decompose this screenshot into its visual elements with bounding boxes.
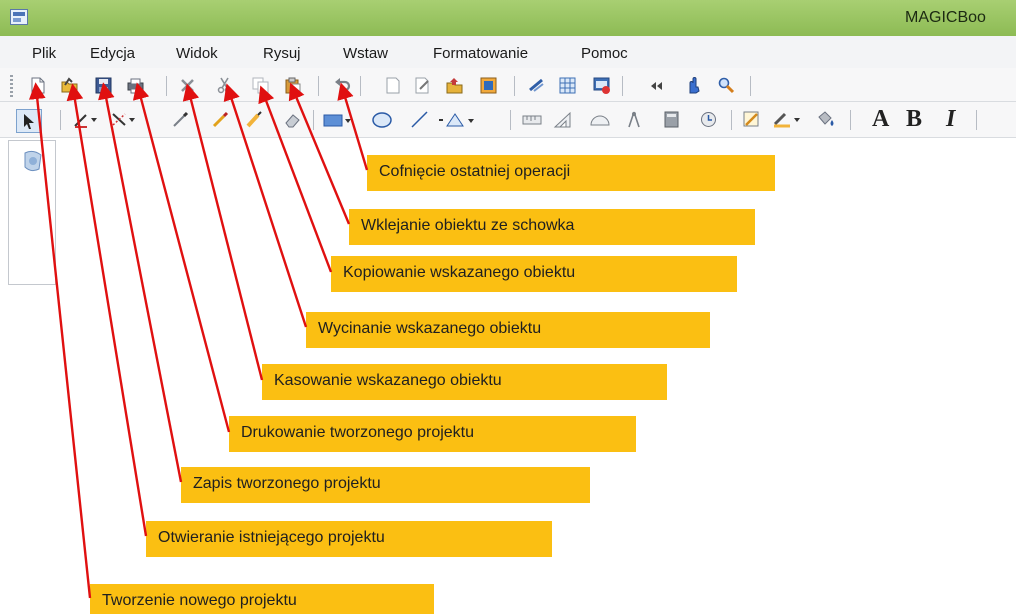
toolbar-separator — [510, 110, 511, 130]
paste-icon[interactable] — [284, 77, 301, 94]
undo-icon[interactable] — [334, 77, 351, 94]
toolbar-separator — [318, 76, 319, 96]
toolbar-separator — [750, 76, 751, 96]
edit-frame-icon[interactable] — [743, 111, 760, 128]
clock-icon[interactable] — [700, 111, 717, 128]
window-close-icon[interactable] — [593, 77, 610, 94]
open-folder-icon[interactable] — [61, 77, 78, 94]
callout-delete: Kasowanie wskazanego obiektu — [262, 364, 667, 400]
arrow-open — [66, 83, 148, 537]
triangle-icon[interactable] — [437, 111, 474, 128]
title-bar: MAGICBoo — [0, 0, 1016, 36]
highlighter-icon[interactable] — [212, 111, 229, 128]
protractor-icon[interactable] — [590, 111, 610, 128]
toolbar-separator — [313, 110, 314, 130]
menu-bar: Plik Edycja Widok Rysuj Wstaw Formatowan… — [0, 36, 1016, 68]
new-document-icon[interactable] — [29, 77, 46, 94]
zoom-icon[interactable] — [718, 77, 735, 94]
brush-icon[interactable] — [172, 111, 189, 128]
pen-color-icon[interactable] — [773, 111, 800, 128]
arrow-print — [132, 82, 231, 433]
page-panel — [8, 140, 56, 285]
toolbar-separator — [360, 76, 361, 96]
link-icon[interactable] — [528, 77, 545, 94]
ellipse-icon[interactable] — [372, 111, 392, 128]
callout-print: Drukowanie tworzonego projektu — [229, 416, 636, 452]
toolbar-separator — [166, 76, 167, 96]
toolbar-separator — [850, 110, 851, 130]
hand-pointer-icon[interactable] — [684, 77, 701, 94]
toolbar-separator — [731, 110, 732, 130]
open-project-icon[interactable] — [446, 77, 463, 94]
image-icon[interactable] — [480, 77, 497, 94]
blank-page-icon[interactable] — [384, 77, 401, 94]
italic-button[interactable]: I — [946, 106, 955, 133]
fill-color-icon[interactable] — [815, 111, 834, 128]
grid-icon[interactable] — [559, 77, 576, 94]
set-square-icon[interactable] — [553, 111, 571, 128]
menu-rysuj[interactable]: Rysuj — [263, 45, 301, 62]
eraser-line-icon[interactable] — [111, 111, 135, 128]
callout-cut: Wycinanie wskazanego obiektu — [306, 312, 710, 348]
menu-widok[interactable]: Widok — [176, 45, 218, 62]
copy-icon[interactable] — [252, 77, 269, 94]
print-icon[interactable] — [127, 77, 144, 94]
callout-undo: Cofnięcie ostatniej operacji — [367, 155, 775, 191]
compass-icon[interactable] — [626, 111, 643, 128]
callout-paste: Wklejanie obiektu ze schowka — [349, 209, 755, 245]
callout-save: Zapis tworzonego projektu — [181, 467, 590, 503]
callout-new: Tworzenie nowego projektu — [90, 584, 434, 614]
toolbar-separator — [514, 76, 515, 96]
toolbar-separator — [60, 110, 61, 130]
line-icon[interactable] — [411, 111, 428, 128]
menu-edycja[interactable]: Edycja — [90, 45, 135, 62]
drawing-toolbar: A B I — [0, 102, 1016, 138]
menu-formatowanie[interactable]: Formatowanie — [433, 45, 528, 62]
callout-open: Otwieranie istniejącego projektu — [146, 521, 552, 557]
toolbar-separator — [622, 76, 623, 96]
bold-button[interactable]: B — [906, 106, 922, 133]
select-arrow-icon[interactable] — [16, 109, 42, 133]
cut-icon[interactable] — [216, 77, 233, 94]
menu-plik[interactable]: Plik — [32, 45, 56, 62]
callout-copy: Kopiowanie wskazanego obiektu — [331, 256, 737, 292]
standard-toolbar — [0, 68, 1016, 102]
ruler-icon[interactable] — [522, 111, 542, 128]
arrow-save — [98, 82, 183, 483]
window-title: MAGICBoo — [905, 9, 986, 26]
calculator-icon[interactable] — [663, 111, 680, 128]
marker-icon[interactable] — [246, 111, 263, 128]
page-thumbnail-icon[interactable] — [21, 149, 45, 175]
page-edit-icon[interactable] — [414, 77, 431, 94]
toolbar-grip[interactable] — [10, 75, 13, 97]
rewind-icon[interactable] — [648, 77, 665, 94]
app-icon — [10, 9, 28, 25]
pen-icon[interactable] — [73, 111, 97, 128]
eraser-icon[interactable] — [284, 111, 301, 128]
text-bold-a-button[interactable]: A — [872, 106, 889, 133]
toolbar-separator — [976, 110, 977, 130]
rectangle-icon[interactable] — [323, 111, 351, 128]
save-icon[interactable] — [95, 77, 112, 94]
delete-icon[interactable] — [179, 77, 196, 94]
menu-wstaw[interactable]: Wstaw — [343, 45, 388, 62]
menu-pomoc[interactable]: Pomoc — [581, 45, 628, 62]
